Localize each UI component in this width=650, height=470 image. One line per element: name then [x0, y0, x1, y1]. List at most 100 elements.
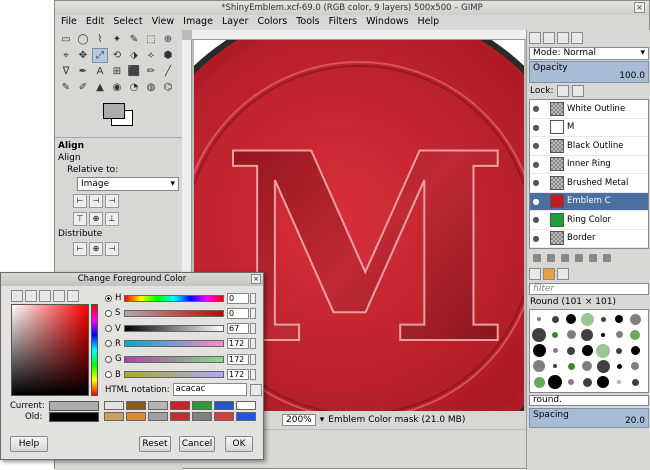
brush-swatch[interactable]: [612, 375, 626, 389]
channel-slider[interactable]: [124, 340, 224, 348]
new-layer-icon[interactable]: [533, 254, 541, 262]
brush-name-input[interactable]: round.: [529, 395, 649, 406]
brush-swatch[interactable]: [548, 328, 562, 342]
brush-swatch[interactable]: [548, 359, 562, 373]
eye-icon[interactable]: ●: [530, 160, 542, 169]
history-swatch[interactable]: [236, 401, 256, 410]
eye-icon[interactable]: ●: [530, 123, 542, 132]
align-left-button[interactable]: ⊢: [73, 194, 87, 208]
menu-item-layer[interactable]: Layer: [222, 15, 249, 29]
channel-value[interactable]: 0: [227, 307, 249, 319]
channel-value[interactable]: 172: [227, 369, 249, 380]
menu-item-edit[interactable]: Edit: [86, 15, 104, 29]
tool-icon-14[interactable]: ᐁ: [58, 64, 74, 79]
tool-icon-7[interactable]: ⌖: [58, 48, 74, 63]
tool-icon-13[interactable]: ⬢: [160, 48, 176, 63]
tab-channels[interactable]: [543, 32, 555, 44]
reset-button[interactable]: Reset: [139, 436, 171, 452]
layer-row[interactable]: ● Black Outline: [530, 137, 648, 156]
tool-icon-1[interactable]: ◯: [75, 32, 91, 47]
history-swatch[interactable]: [104, 412, 124, 421]
tool-icon-4[interactable]: ✎: [126, 32, 142, 47]
spacing-slider[interactable]: Spacing 20.0: [529, 408, 649, 428]
history-arrow-button[interactable]: [104, 401, 124, 410]
tool-icon-18[interactable]: ⬛: [126, 64, 142, 79]
layer-row[interactable]: ● Border: [530, 230, 648, 248]
spinner[interactable]: [250, 307, 256, 319]
align-right-button[interactable]: ⊣: [105, 194, 119, 208]
history-swatch[interactable]: [126, 401, 146, 410]
layer-row[interactable]: ● Ring Color: [530, 211, 648, 230]
cancel-button[interactable]: Cancel: [179, 436, 215, 452]
brush-swatch[interactable]: [564, 312, 578, 326]
foreground-color-swatch[interactable]: [103, 103, 125, 119]
tool-icon-17[interactable]: ⊞: [109, 64, 125, 79]
brush-swatch[interactable]: [580, 359, 594, 373]
hue-strip[interactable]: [91, 304, 98, 396]
brush-swatch[interactable]: [564, 375, 578, 389]
history-swatch[interactable]: [214, 412, 234, 421]
tool-icon-26[interactable]: ◍: [143, 80, 159, 95]
channel-value[interactable]: 172: [227, 353, 249, 365]
eye-icon[interactable]: ●: [530, 197, 542, 206]
tab-brushes[interactable]: [529, 268, 541, 280]
history-swatch[interactable]: [170, 412, 190, 421]
channel-radio[interactable]: [105, 325, 112, 333]
brush-swatch[interactable]: [564, 344, 578, 358]
tab-gimp-picker[interactable]: [11, 290, 23, 302]
history-swatch[interactable]: [192, 412, 212, 421]
brush-swatch[interactable]: [532, 375, 546, 389]
channel-radio[interactable]: [105, 371, 112, 378]
distribute-right-button[interactable]: ⊣: [105, 242, 119, 256]
history-swatch[interactable]: [214, 401, 234, 410]
tool-icon-15[interactable]: ✒: [75, 64, 91, 79]
align-center-button[interactable]: ⊣: [89, 194, 103, 208]
spinner[interactable]: [250, 369, 256, 380]
align-bottom-button[interactable]: ⊥: [105, 212, 119, 226]
brush-swatch[interactable]: [532, 359, 546, 373]
tab-cmyk[interactable]: [25, 290, 37, 302]
color-picker-area[interactable]: [11, 304, 89, 396]
tab-triangle[interactable]: [39, 290, 51, 302]
tool-icon-19[interactable]: ✏: [143, 64, 159, 79]
brush-swatch[interactable]: [532, 312, 546, 326]
brush-swatch[interactable]: [596, 328, 610, 342]
eye-icon[interactable]: ●: [530, 104, 542, 113]
tool-icon-8[interactable]: ✥: [75, 48, 91, 63]
history-swatch[interactable]: [148, 412, 168, 421]
tool-icon-10[interactable]: ⟲: [109, 48, 125, 63]
distribute-left-button[interactable]: ⊢: [73, 242, 87, 256]
menu-item-file[interactable]: File: [61, 15, 77, 29]
channel-radio[interactable]: [105, 340, 112, 348]
eye-icon[interactable]: ●: [530, 178, 542, 187]
eye-icon[interactable]: ●: [530, 215, 542, 224]
layer-row[interactable]: ● Inner Ring: [530, 156, 648, 174]
tool-icon-22[interactable]: ✐: [75, 80, 91, 95]
tab-layers[interactable]: [529, 32, 541, 44]
tool-icon-0[interactable]: ▭: [58, 32, 74, 47]
tool-icon-11[interactable]: ⬗: [126, 48, 142, 63]
tool-icon-16[interactable]: A: [92, 64, 108, 79]
mode-select[interactable]: Mode: Normal ▾: [529, 47, 649, 60]
lower-layer-icon[interactable]: [561, 254, 569, 262]
spinner[interactable]: [250, 292, 256, 304]
history-swatch[interactable]: [126, 412, 146, 421]
brush-swatch[interactable]: [612, 312, 626, 326]
brush-swatch[interactable]: [548, 312, 562, 326]
ok-button[interactable]: OK: [225, 436, 253, 452]
tool-icon-25[interactable]: ◔: [126, 80, 142, 95]
tool-icon-21[interactable]: ✎: [58, 80, 74, 95]
tool-icon-3[interactable]: ✦: [109, 32, 125, 47]
layer-row[interactable]: ● Brushed Metal: [530, 174, 648, 193]
history-swatch[interactable]: [148, 401, 168, 410]
tab-paths[interactable]: [557, 32, 569, 44]
tool-icon-27[interactable]: ⌬: [160, 80, 176, 95]
brush-filter-input[interactable]: filter: [529, 283, 649, 295]
brush-swatch[interactable]: [580, 344, 594, 358]
tool-icon-24[interactable]: ◉: [109, 80, 125, 95]
lock-pixels-icon[interactable]: [556, 85, 569, 97]
brush-swatch[interactable]: [628, 375, 642, 389]
eye-icon[interactable]: ●: [530, 141, 542, 150]
menu-item-image[interactable]: Image: [183, 15, 213, 29]
menu-item-filters[interactable]: Filters: [329, 15, 357, 29]
